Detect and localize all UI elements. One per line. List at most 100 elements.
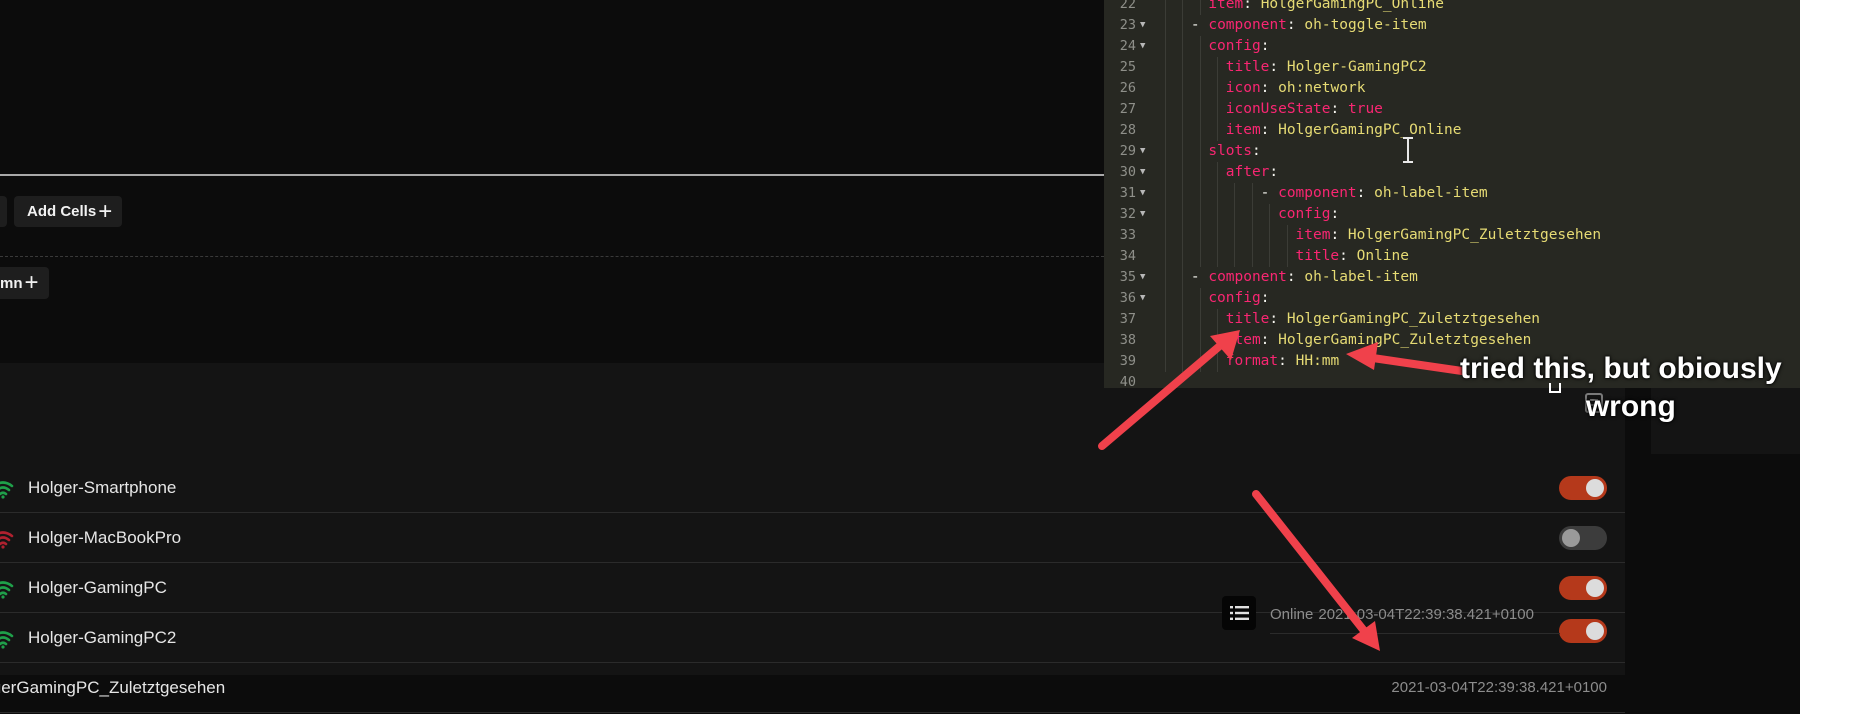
code-token: oh-label-item (1304, 269, 1418, 285)
code-line[interactable]: 30 ▼ after: (1104, 162, 1800, 183)
code-token: HolgerGamingPC_Online (1278, 122, 1462, 138)
code-line[interactable]: 32 ▼ config: (1104, 204, 1800, 225)
fold-arrow-icon[interactable]: ▼ (1140, 141, 1145, 162)
yaml-code-editor[interactable]: 22 item: HolgerGamingPC_Online 23 ▼ - compon… (1104, 0, 1800, 388)
toggle-switch[interactable] (1559, 526, 1607, 550)
line-number: 31 (1119, 185, 1136, 201)
toggle-switch[interactable] (1559, 476, 1607, 500)
code-token: title (1295, 248, 1340, 264)
code-token: slots (1208, 143, 1252, 159)
code-line[interactable]: 24 ▼ config: (1104, 36, 1800, 57)
label-item-value: 2021-03-04T22:39:38.421+0100 (1391, 679, 1607, 696)
label-item-title: lgerGamingPC_Zuletztgesehen (0, 678, 226, 697)
line-number: 30 (1119, 164, 1136, 180)
code-token: component (1278, 185, 1357, 201)
line-number: 22 (1119, 0, 1136, 12)
toggle-item-row[interactable]: Holger-MacBookPro (0, 513, 1625, 563)
annotation-text: tried this, but obiously wrong (1460, 350, 1782, 426)
code-line[interactable]: 27 iconUseState: true (1104, 99, 1800, 120)
code-line[interactable]: 36 ▼ config: (1104, 288, 1800, 309)
layout-canvas (0, 0, 1104, 174)
code-line[interactable]: 33 item: HolgerGamingPC_Zuletztgesehen (1104, 225, 1800, 246)
code-token: format (1225, 353, 1279, 369)
line-number: 25 (1119, 59, 1136, 75)
code-token: - (1190, 269, 1209, 285)
code-line[interactable]: 37 title: HolgerGamingPC_Zuletztgesehen (1104, 309, 1800, 330)
toggle-item-title: Holger-GamingPC2 (28, 628, 177, 647)
toggle-switch[interactable] (1559, 619, 1607, 643)
toggle-item-title: Holger-GamingPC (28, 578, 167, 597)
code-line[interactable]: 34 title: Online (1104, 246, 1800, 267)
code-text: config: (1208, 36, 1269, 57)
code-text: - component: oh-label-item (1261, 183, 1488, 204)
code-token: : (1330, 227, 1348, 243)
line-number: 33 (1119, 227, 1136, 243)
cell-button-stub[interactable] (0, 196, 7, 227)
fold-arrow-icon[interactable]: ▼ (1140, 204, 1145, 225)
code-line[interactable]: 23 ▼ - component: oh-toggle-item (1104, 15, 1800, 36)
network-icon (0, 631, 14, 649)
code-token: : (1356, 185, 1375, 201)
code-line[interactable]: 28 item: HolgerGamingPC_Online (1104, 120, 1800, 141)
divider (0, 174, 1104, 176)
toggle-knob (1586, 579, 1604, 597)
line-number: 27 (1119, 101, 1136, 117)
code-token: title (1225, 59, 1270, 75)
code-token: : (1260, 38, 1270, 54)
line-number: 37 (1119, 311, 1136, 327)
code-token: config (1278, 206, 1331, 222)
line-number: 34 (1119, 248, 1136, 264)
code-token: Online (1356, 248, 1410, 264)
fold-arrow-icon[interactable]: ▼ (1140, 36, 1145, 57)
line-number: 35 (1119, 269, 1136, 285)
fold-arrow-icon[interactable]: ▼ (1140, 162, 1145, 183)
fold-arrow-icon[interactable]: ▼ (1140, 15, 1145, 36)
fold-arrow-icon[interactable]: ▼ (1140, 288, 1145, 309)
code-line[interactable]: 31 ▼ - component: oh-label-item (1104, 183, 1800, 204)
code-text: item: HolgerGamingPC_Zuletztgesehen (1226, 330, 1532, 351)
text-cursor-icon (1403, 137, 1413, 163)
code-token: Holger-GamingPC2 (1286, 59, 1427, 75)
code-text: config: (1278, 204, 1339, 225)
fold-arrow-icon[interactable]: ▼ (1140, 183, 1145, 204)
code-token: : (1269, 311, 1287, 327)
code-line[interactable]: 25 title: Holger-GamingPC2 (1104, 57, 1800, 78)
code-line[interactable]: 26 icon: oh:network (1104, 78, 1800, 99)
code-line[interactable]: 22 item: HolgerGamingPC_Online (1104, 0, 1800, 15)
code-token: - (1260, 185, 1279, 201)
code-token: - (1190, 17, 1209, 33)
network-icon (0, 481, 14, 499)
code-line[interactable]: 29 ▼ slots: (1104, 141, 1800, 162)
code-line[interactable]: 35 ▼ - component: oh-label-item (1104, 267, 1800, 288)
label-item-row: lgerGamingPC_Zuletztgesehen 2021-03-04T2… (0, 663, 1625, 713)
line-number: 40 (1119, 374, 1136, 388)
add-column-button[interactable]: mn + (0, 267, 49, 299)
line-number: 36 (1119, 290, 1136, 306)
code-line[interactable]: 38 item: HolgerGamingPC_Zuletztgesehen (1104, 330, 1800, 351)
code-text: title: Online (1296, 246, 1410, 267)
fold-arrow-icon[interactable]: ▼ (1140, 267, 1145, 288)
code-token: HolgerGamingPC_Zuletztgesehen (1347, 227, 1602, 243)
toggle-item-row[interactable]: Holger-Smartphone (0, 463, 1625, 513)
line-number: 32 (1119, 206, 1136, 222)
code-token: : (1339, 248, 1357, 264)
line-number: 38 (1119, 332, 1136, 348)
after-slot-label-item: Online 2021-03-04T22:39:38.421+0100 (1270, 596, 1560, 634)
add-cells-button[interactable]: Add Cells + (14, 196, 123, 227)
code-token: component (1208, 17, 1287, 33)
code-token: : (1269, 164, 1279, 180)
code-text: - component: oh-toggle-item (1191, 15, 1427, 36)
code-token: : (1330, 206, 1340, 222)
code-token: : (1243, 0, 1261, 12)
toggle-knob (1586, 622, 1604, 640)
code-text: - component: oh-label-item (1191, 267, 1418, 288)
code-token: : (1286, 17, 1305, 33)
code-token: HolgerGamingPC_Online (1260, 0, 1445, 12)
code-text: item: HolgerGamingPC_Online (1226, 120, 1462, 141)
list-icon[interactable] (1222, 596, 1256, 630)
annotation-line-2: wrong (1585, 390, 1676, 423)
code-text: item: HolgerGamingPC_Online (1208, 0, 1444, 15)
code-token: iconUseState (1225, 101, 1331, 117)
annotation-line-1: tried this, but obiously (1460, 352, 1782, 385)
toggle-switch[interactable] (1559, 576, 1607, 600)
